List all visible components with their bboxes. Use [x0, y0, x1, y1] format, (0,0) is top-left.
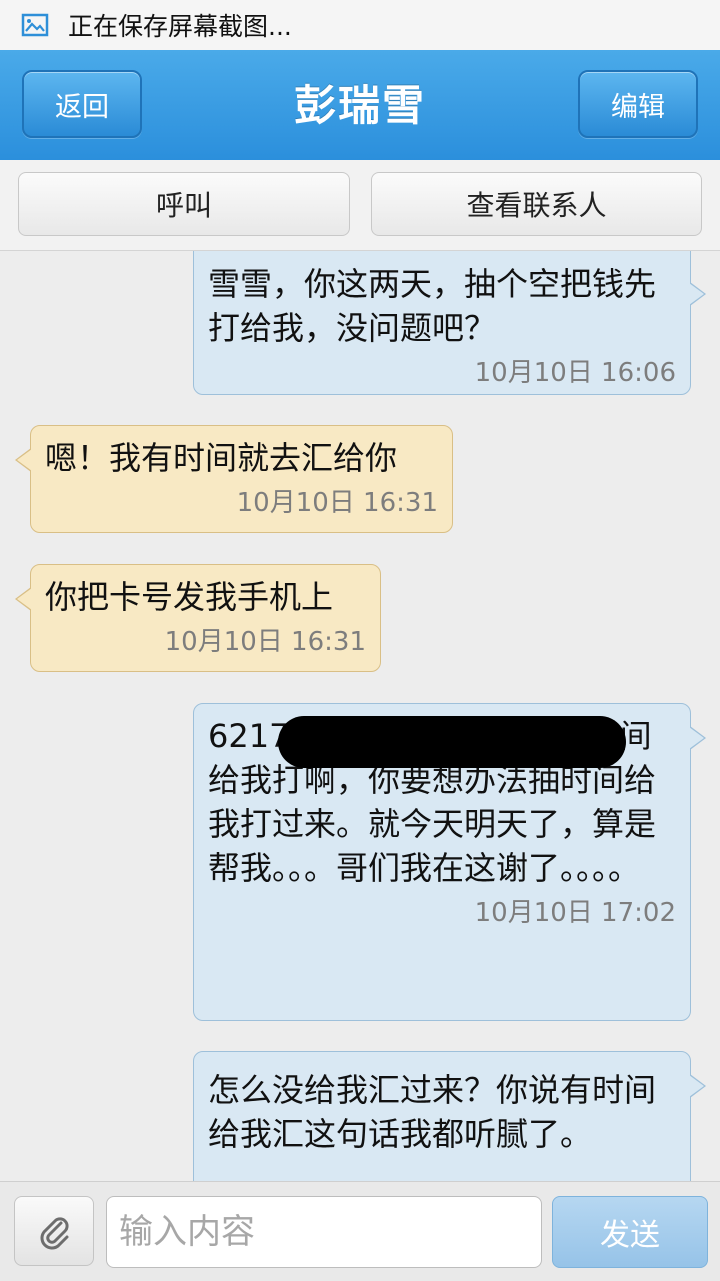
message-input[interactable] — [106, 1196, 542, 1268]
screenshot-icon — [21, 13, 49, 37]
compose-bar: 发送 — [0, 1181, 720, 1281]
bubble-tail — [15, 587, 32, 611]
bubble-tail — [15, 448, 32, 472]
redaction-mark — [278, 716, 626, 768]
message-text: 嗯！我有时间就去汇给你 — [45, 439, 398, 477]
status-bar: 正在保存屏幕截图... — [0, 0, 720, 50]
message-text: 你把卡号发我手机上 — [45, 578, 334, 616]
message-time: 10月10日 16:31 — [236, 488, 438, 518]
send-button[interactable]: 发送 — [552, 1196, 708, 1268]
attach-button[interactable] — [14, 1196, 94, 1266]
action-row: 呼叫 查看联系人 — [0, 160, 720, 251]
edit-button[interactable]: 编辑 — [578, 70, 698, 138]
bubble-tail — [689, 726, 706, 750]
view-contact-button[interactable]: 查看联系人 — [371, 172, 702, 236]
message-bubble-outgoing[interactable]: 雪雪，你这两天，抽个空把钱先打给我，没问题吧？ 10月10日 16:06 — [193, 251, 706, 395]
bubble-tail — [689, 282, 706, 306]
message-text: 怎么没给我汇过来？你说有时间给我汇这句话我都听腻了。 — [208, 1071, 657, 1153]
call-button[interactable]: 呼叫 — [18, 172, 350, 236]
message-time: 10月10日 16:31 — [164, 627, 366, 657]
message-bubble-outgoing[interactable]: 怎么没给我汇过来？你说有时间给我汇这句话我都听腻了。 — [193, 1051, 706, 1181]
status-notification-text: 正在保存屏幕截图... — [68, 12, 292, 41]
message-time: 10月10日 16:06 — [474, 358, 676, 388]
message-bubble-incoming[interactable]: 你把卡号发我手机上 10月10日 16:31 — [15, 564, 381, 672]
bubble-tail — [689, 1074, 706, 1098]
message-thread[interactable]: 雪雪，你这两天，抽个空把钱先打给我，没问题吧？ 10月10日 16:06 嗯！我… — [0, 251, 720, 1181]
title-bar: 返回 彭瑞雪 编辑 — [0, 50, 720, 161]
paperclip-icon — [40, 1217, 69, 1250]
message-time: 10月10日 17:02 — [474, 898, 676, 928]
message-bubble-incoming[interactable]: 嗯！我有时间就去汇给你 10月10日 16:31 — [15, 425, 453, 533]
message-bubble-outgoing[interactable]: 6217 建设银行，你别说有时间给我打啊，你要想办法抽时间给我打过来。就今天明天… — [193, 703, 706, 1021]
message-text: 雪雪，你这两天，抽个空把钱先打给我，没问题吧？ — [208, 265, 657, 347]
